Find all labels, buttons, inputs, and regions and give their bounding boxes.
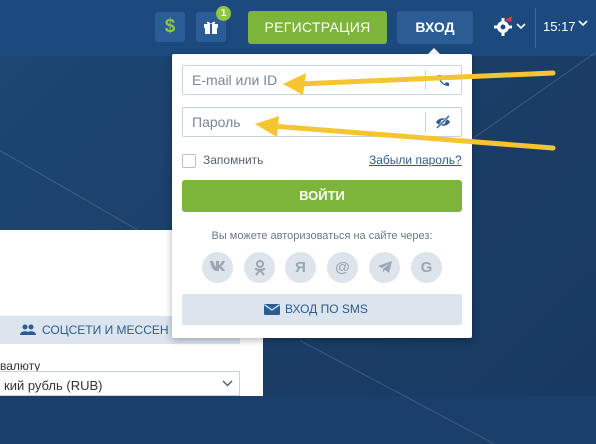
yandex-login-button[interactable]: Я [285, 252, 316, 283]
field-divider [425, 70, 426, 90]
password-field[interactable] [182, 107, 462, 137]
sms-login-button[interactable]: ВХОД ПО SMS [182, 294, 462, 325]
password-input[interactable] [183, 108, 421, 136]
mail-login-button[interactable]: @ [327, 252, 358, 283]
users-icon [20, 324, 36, 335]
login-button[interactable]: ВХОД [397, 11, 473, 44]
gear-icon [494, 16, 512, 36]
chevron-down-icon[interactable] [578, 20, 588, 27]
registration-button[interactable]: РЕГИСТРАЦИЯ [248, 11, 387, 44]
dollar-icon: $ [164, 16, 176, 37]
social-login-hint: Вы можете авторизоваться на сайте через: [211, 230, 433, 242]
telegram-icon [377, 261, 392, 273]
telegram-login-button[interactable] [369, 252, 400, 283]
google-login-button[interactable]: G [411, 252, 442, 283]
settings-menu-button[interactable] [492, 14, 528, 40]
field-divider [425, 112, 426, 132]
vk-login-button[interactable] [202, 252, 233, 283]
submit-login-button[interactable]: ВОЙТИ [182, 180, 462, 212]
envelope-icon [264, 304, 280, 315]
vk-icon [210, 261, 225, 271]
eye-icon[interactable] [435, 115, 451, 129]
yandex-icon: Я [295, 259, 306, 276]
chevron-down-icon [222, 380, 233, 387]
phone-icon[interactable] [435, 73, 451, 89]
clock: 15:17 [543, 19, 576, 34]
social-messenger-tab-label: СОЦСЕТИ И МЕССЕН [42, 323, 169, 337]
header-divider [535, 8, 536, 48]
forgot-password-link[interactable]: Забыли пароль? [369, 153, 462, 167]
google-icon: G [420, 259, 433, 276]
chevron-down-icon [516, 23, 526, 30]
currency-select[interactable]: кий рубль (RUB) [0, 371, 240, 396]
at-sign-icon: @ [335, 259, 350, 276]
bonus-count-badge: 1 [216, 6, 231, 21]
gift-icon [204, 21, 218, 34]
deposit-button[interactable]: $ [155, 12, 185, 42]
email-input[interactable] [183, 66, 421, 94]
sms-login-label: ВХОД ПО SMS [285, 302, 368, 316]
remember-label: Запомнить [203, 153, 264, 167]
odnoklassniki-icon [253, 260, 266, 276]
email-field[interactable] [182, 65, 462, 95]
currency-value: кий рубль (RUB) [4, 378, 103, 393]
remember-checkbox[interactable] [182, 154, 196, 168]
odnoklassniki-login-button[interactable] [244, 252, 275, 283]
bonus-button[interactable]: 1 [196, 6, 231, 42]
